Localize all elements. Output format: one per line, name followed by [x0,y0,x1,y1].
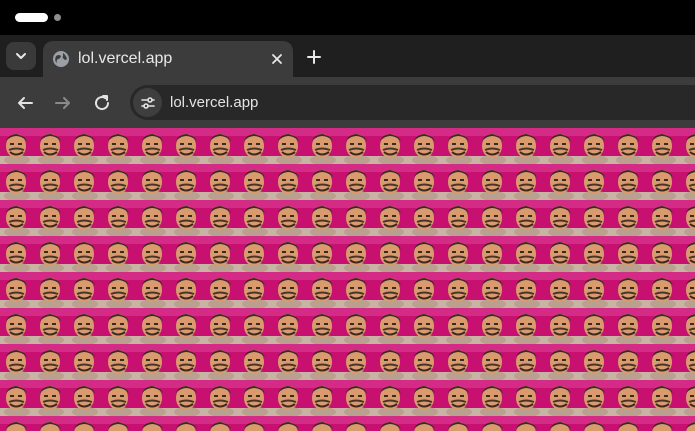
tune-icon [140,96,155,109]
tab-close-button[interactable] [268,50,286,68]
browser-toolbar: lol.vercel.app [0,77,695,128]
site-info-button[interactable] [133,88,162,117]
tab-title: lol.vercel.app [78,50,173,67]
tab-strip: lol.vercel.app [0,35,695,77]
tiled-face-image [0,128,695,431]
arrow-right-icon [55,97,70,109]
reload-icon [95,95,110,111]
page-content [0,128,695,431]
tab-search-button[interactable] [6,42,36,70]
reload-button[interactable] [90,91,114,115]
new-tab-button[interactable] [303,46,325,68]
status-bar [0,0,695,35]
url-text: lol.vercel.app [170,94,259,111]
active-tab[interactable]: lol.vercel.app [43,41,293,77]
address-bar[interactable]: lol.vercel.app [130,85,695,120]
arrow-left-icon [18,97,33,109]
forward-button[interactable] [51,91,75,115]
status-pill-indicator [15,13,48,22]
chevron-down-icon [16,53,26,59]
back-button[interactable] [13,91,37,115]
close-icon [272,54,282,64]
status-dot-indicator [54,14,61,21]
globe-icon [53,51,69,67]
plus-icon [307,50,321,64]
